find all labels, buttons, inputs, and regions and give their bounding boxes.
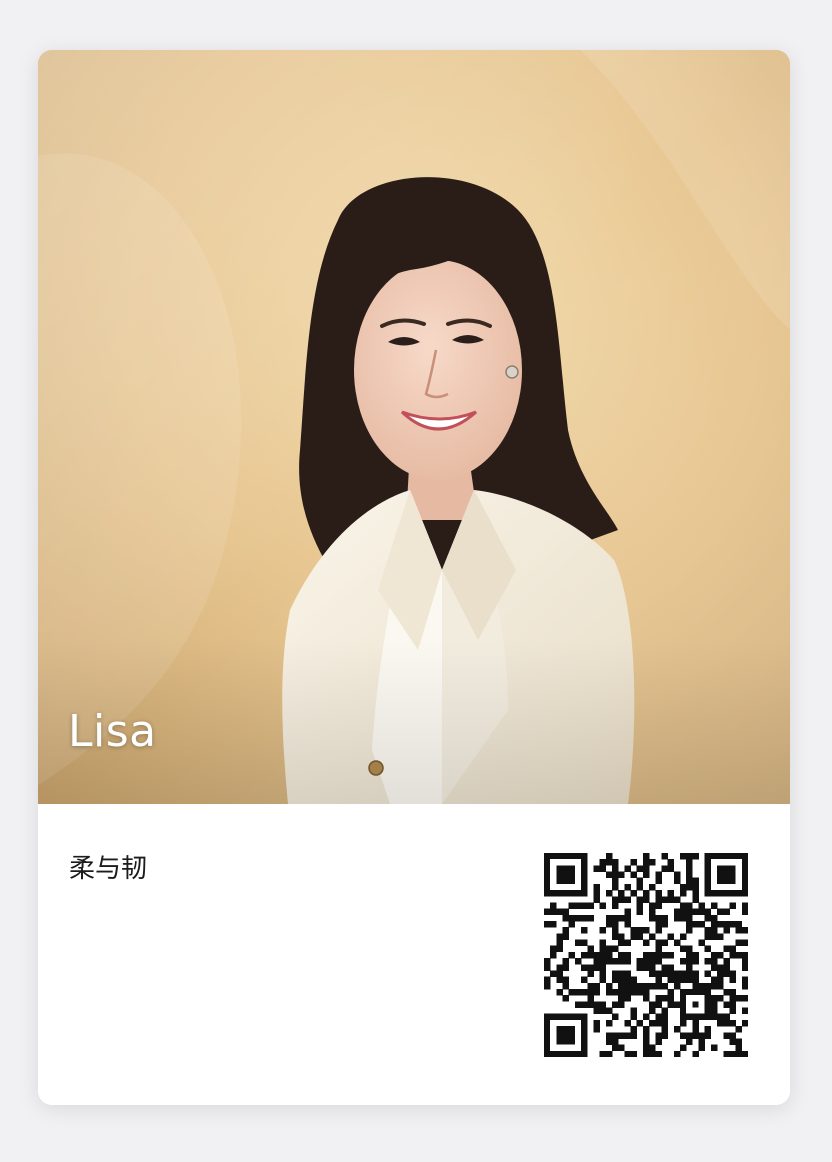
- qr-code-icon[interactable]: [544, 853, 748, 1057]
- profile-footer: 柔与韧: [38, 804, 790, 1105]
- profile-name: Lisa: [68, 706, 157, 757]
- profile-signature: 柔与韧: [69, 854, 148, 884]
- qr-code-image: [544, 853, 748, 1057]
- profile-card: Lisa 柔与韧: [38, 50, 790, 1105]
- profile-photo[interactable]: Lisa: [38, 50, 790, 804]
- portrait-image: [38, 50, 790, 804]
